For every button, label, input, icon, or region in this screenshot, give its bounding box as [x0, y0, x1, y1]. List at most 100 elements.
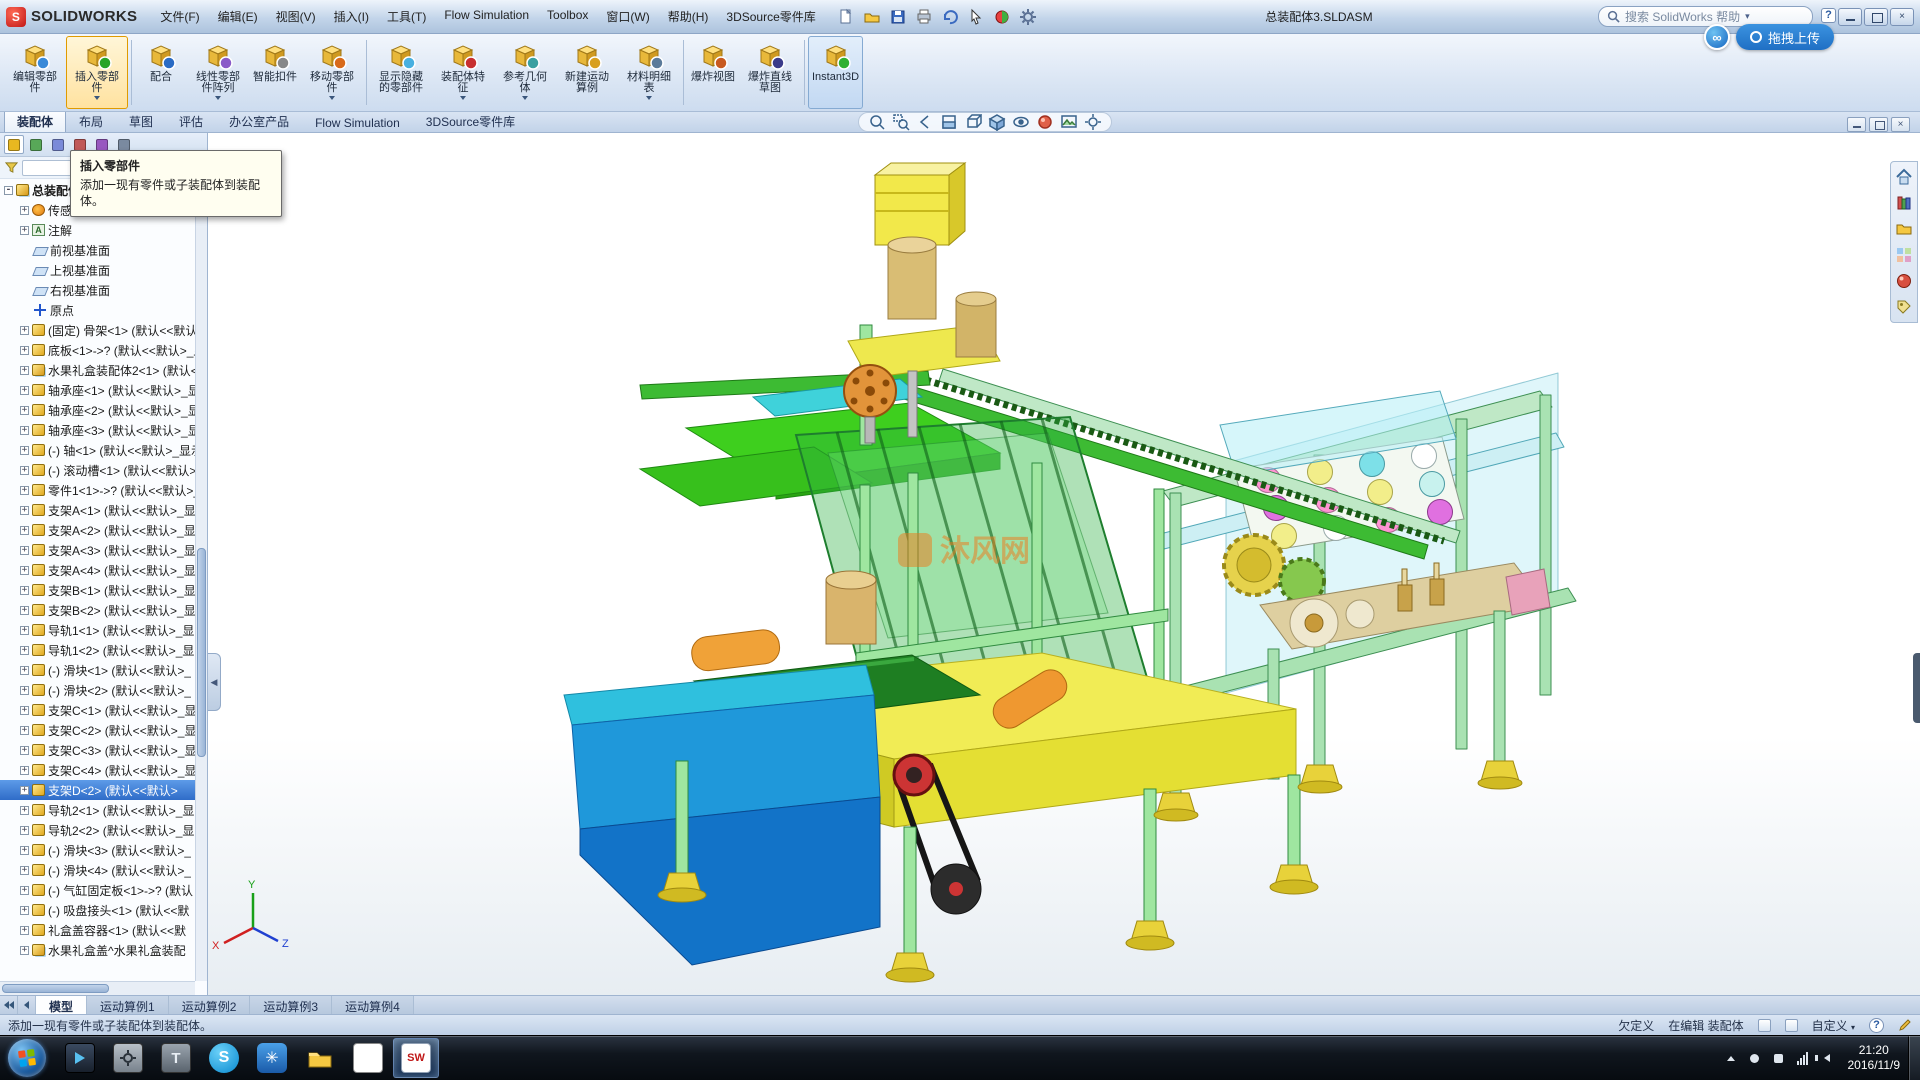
tree-vertical-scrollbar[interactable] — [195, 180, 207, 981]
featuremanager-tab-icon[interactable] — [4, 135, 24, 154]
tree-item[interactable]: +支架B<1> (默认<<默认>_显 — [0, 580, 195, 600]
expander-icon[interactable]: + — [20, 826, 29, 835]
gear-app-icon[interactable] — [105, 1038, 151, 1078]
tree-item[interactable]: +支架C<3> (默认<<默认>_显 — [0, 740, 195, 760]
explode-line-sketch-button[interactable]: 爆炸直线草图 — [739, 36, 801, 109]
expander-icon[interactable]: + — [20, 486, 29, 495]
solidworks-icon[interactable]: SW — [393, 1038, 439, 1078]
file-explorer-icon[interactable] — [1893, 218, 1915, 240]
tree-item[interactable]: +(-) 轴<1> (默认<<默认>_显示 — [0, 440, 195, 460]
custom-properties-icon[interactable] — [1893, 296, 1915, 318]
tree-item[interactable]: +轴承座<1> (默认<<默认>_显 — [0, 380, 195, 400]
status-tag-icon[interactable] — [1785, 1019, 1798, 1032]
menu-item-9[interactable]: 3DSource零件库 — [717, 4, 824, 29]
menu-item-2[interactable]: 视图(V) — [267, 4, 325, 29]
skype-icon[interactable]: S — [201, 1038, 247, 1078]
expander-icon[interactable]: + — [20, 626, 29, 635]
graphics-area[interactable]: 沐风网 Y X Z ◀ — [208, 133, 1920, 995]
bom-button[interactable]: 材料明细表 — [618, 36, 680, 109]
task-pane-edge-tab[interactable] — [1913, 653, 1920, 723]
instant3d-button[interactable]: Instant3D — [808, 36, 863, 109]
reference-geometry-button[interactable]: 参考几何体 — [494, 36, 556, 109]
menu-item-7[interactable]: 窗口(W) — [597, 4, 658, 29]
tree-item[interactable]: 前视基准面 — [0, 240, 195, 260]
print-icon[interactable] — [913, 6, 936, 28]
expander-icon[interactable]: + — [20, 666, 29, 675]
assembly-features-button[interactable]: 装配体特征 — [432, 36, 494, 109]
new-motion-study-button[interactable]: 新建运动算例 — [556, 36, 618, 109]
first-tab-icon[interactable] — [0, 996, 18, 1014]
tree-item[interactable]: +支架C<2> (默认<<默认>_显 — [0, 720, 195, 740]
expander-icon[interactable]: + — [20, 346, 29, 355]
expander-icon[interactable]: + — [20, 766, 29, 775]
insert-component-dropdown-icon[interactable] — [94, 96, 100, 100]
tree-item[interactable]: +(-) 滑块<1> (默认<<默认>_ — [0, 660, 195, 680]
linear-pattern-button[interactable]: 线性零部件阵列 — [187, 36, 249, 109]
tree-item[interactable]: +导轨1<2> (默认<<默认>_显 — [0, 640, 195, 660]
section-view-icon[interactable] — [939, 113, 959, 131]
tree-item[interactable]: +水果礼盒盖^水果礼盒装配 — [0, 940, 195, 960]
tab-2[interactable]: 草图 — [116, 109, 166, 132]
open-icon[interactable] — [861, 6, 884, 28]
tree-item[interactable]: +(-) 滚动槽<1> (默认<<默认>_ — [0, 460, 195, 480]
tree-item[interactable]: 右视基准面 — [0, 280, 195, 300]
tree-item[interactable]: +支架A<2> (默认<<默认>_显 — [0, 520, 195, 540]
tree-item[interactable]: +支架C<4> (默认<<默认>_显 — [0, 760, 195, 780]
window-minimize-icon[interactable] — [1838, 8, 1862, 26]
filter-funnel-icon[interactable] — [5, 161, 18, 174]
menu-item-1[interactable]: 编辑(E) — [209, 4, 267, 29]
expander-icon[interactable]: + — [20, 566, 29, 575]
folder-icon[interactable] — [297, 1038, 343, 1078]
view-orientation-icon[interactable] — [963, 113, 983, 131]
smart-fasteners-button[interactable]: 智能扣件 — [249, 36, 301, 109]
restore-doc-icon[interactable] — [1869, 117, 1888, 132]
status-dot-icon[interactable] — [1748, 1051, 1762, 1065]
help-icon[interactable]: ? — [1821, 8, 1836, 23]
minimize-doc-icon[interactable] — [1847, 117, 1866, 132]
media-app-icon[interactable] — [57, 1038, 103, 1078]
previous-view-icon[interactable] — [915, 113, 935, 131]
tree-item[interactable]: +支架A<3> (默认<<默认>_显 — [0, 540, 195, 560]
insert-component-button[interactable]: 插入零部件 — [66, 36, 128, 109]
edit-appearance-icon[interactable] — [1035, 113, 1055, 131]
menu-item-8[interactable]: 帮助(H) — [659, 4, 718, 29]
tab-1[interactable]: 布局 — [66, 109, 116, 132]
view-palette-icon[interactable] — [1893, 244, 1915, 266]
window-maximize-icon[interactable] — [1864, 8, 1888, 26]
expander-icon[interactable]: - — [4, 186, 13, 195]
appearances-icon[interactable] — [1893, 270, 1915, 292]
expander-icon[interactable]: + — [20, 326, 29, 335]
tree-item[interactable]: +支架A<4> (默认<<默认>_显 — [0, 560, 195, 580]
expander-icon[interactable]: + — [20, 606, 29, 615]
expander-icon[interactable]: + — [20, 846, 29, 855]
expander-icon[interactable]: + — [20, 426, 29, 435]
expander-icon[interactable]: + — [20, 686, 29, 695]
status-square-icon[interactable] — [1772, 1051, 1786, 1065]
tab-4[interactable]: 办公室产品 — [216, 109, 302, 132]
save-icon[interactable] — [887, 6, 910, 28]
tree-item[interactable]: +(-) 滑块<3> (默认<<默认>_ — [0, 840, 195, 860]
expander-icon[interactable]: + — [20, 466, 29, 475]
scrollbar-thumb[interactable] — [2, 984, 109, 993]
scrollbar-thumb[interactable] — [197, 548, 206, 756]
quick-tips-icon[interactable]: ? — [1869, 1018, 1884, 1033]
expander-icon[interactable]: + — [20, 786, 29, 795]
display-style-icon[interactable] — [987, 113, 1007, 131]
status-units-icon[interactable] — [1758, 1019, 1771, 1032]
assembly-features-dropdown-icon[interactable] — [460, 96, 466, 100]
expander-icon[interactable]: + — [20, 746, 29, 755]
menu-item-3[interactable]: 插入(I) — [325, 4, 378, 29]
panel-collapse-arrow[interactable]: ◀ — [208, 653, 221, 711]
expander-icon[interactable]: + — [20, 866, 29, 875]
close-doc-icon[interactable]: × — [1891, 117, 1910, 132]
tree-item[interactable]: +(-) 吸盘接头<1> (默认<<默 — [0, 900, 195, 920]
tree-item[interactable]: +(-) 滑块<2> (默认<<默认>_ — [0, 680, 195, 700]
expander-icon[interactable]: + — [20, 906, 29, 915]
tab-6[interactable]: 3DSource零件库 — [413, 109, 528, 132]
undo-icon[interactable] — [939, 6, 962, 28]
expander-icon[interactable]: + — [20, 806, 29, 815]
tab-5[interactable]: Flow Simulation — [302, 112, 413, 132]
expander-icon[interactable]: + — [20, 586, 29, 595]
expander-icon[interactable]: + — [20, 726, 29, 735]
zoom-area-icon[interactable] — [891, 113, 911, 131]
